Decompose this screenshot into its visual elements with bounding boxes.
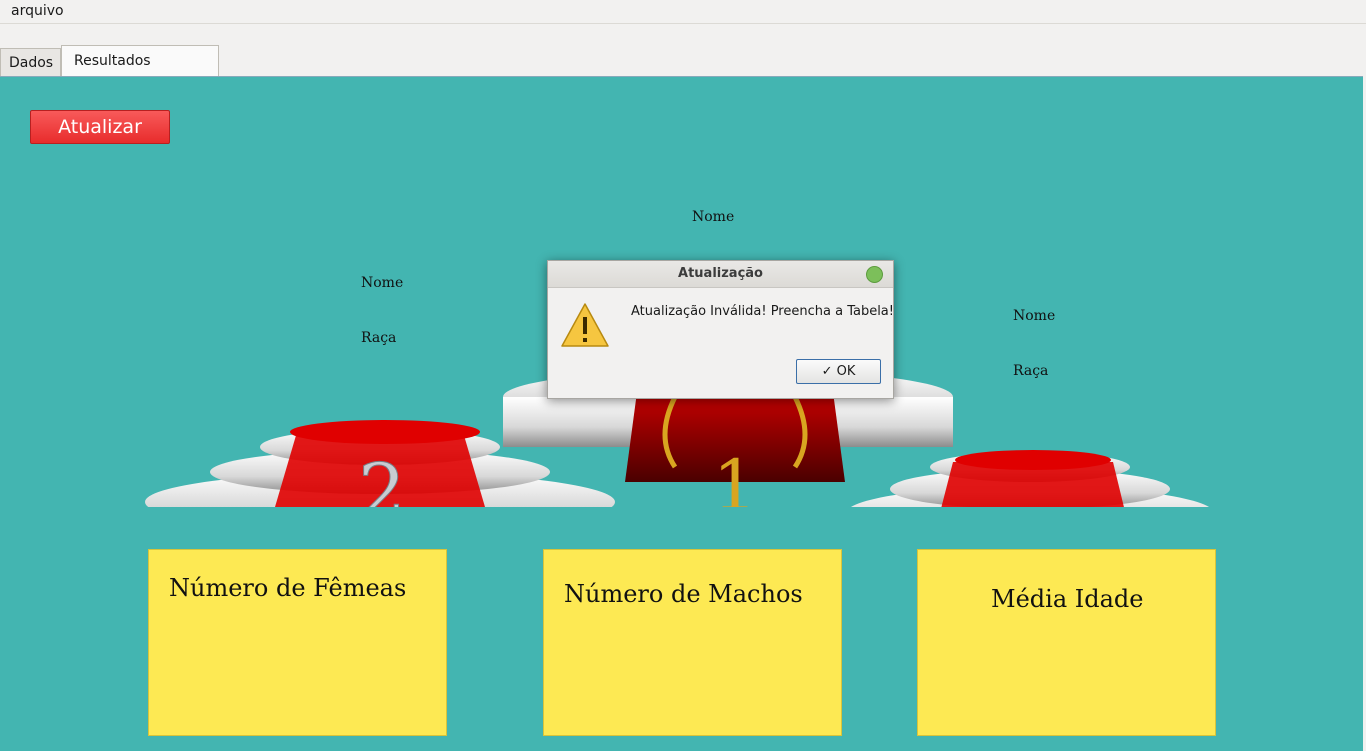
females-card-title: Número de Fêmeas (169, 574, 407, 602)
dialog-message: Atualização Inválida! Preencha a Tabela! (631, 304, 894, 319)
males-card: Número de Machos (543, 549, 842, 736)
avg-age-card-title: Média Idade (991, 585, 1144, 613)
second-place-breed: Raça (361, 330, 397, 346)
ok-button-label: OK (836, 364, 856, 379)
menu-arquivo[interactable]: arquivo (11, 3, 64, 19)
dialog-titlebar: Atualização (548, 261, 893, 288)
results-panel: Atualizar 1 2 Nome Nome Raça Nome Raça N… (0, 76, 1363, 751)
first-place-name: Nome (692, 209, 735, 225)
update-dialog: Atualização Atualização Inválida! Preenc… (547, 260, 894, 399)
menu-bar: arquivo (0, 0, 1366, 24)
dialog-title: Atualização (678, 266, 763, 281)
tab-bar: Dados Resultados Campeões (0, 24, 1366, 99)
svg-text:2: 2 (358, 447, 406, 507)
avg-age-card: Média Idade (917, 549, 1216, 736)
atualizar-button[interactable]: Atualizar (30, 110, 170, 144)
svg-text:1: 1 (713, 445, 758, 507)
females-card: Número de Fêmeas (148, 549, 447, 736)
ok-button[interactable]: ✓ OK (796, 359, 881, 384)
tab-dados[interactable]: Dados (0, 48, 61, 76)
males-card-title: Número de Machos (564, 580, 803, 608)
checkmark-icon: ✓ (821, 364, 837, 379)
second-place-name: Nome (361, 275, 404, 291)
tab-resultados-campeoes[interactable]: Resultados Campeões (61, 45, 219, 99)
third-place-breed: Raça (1013, 363, 1049, 379)
warning-icon (561, 303, 609, 347)
close-icon[interactable] (866, 266, 883, 283)
third-place-name: Nome (1013, 308, 1056, 324)
